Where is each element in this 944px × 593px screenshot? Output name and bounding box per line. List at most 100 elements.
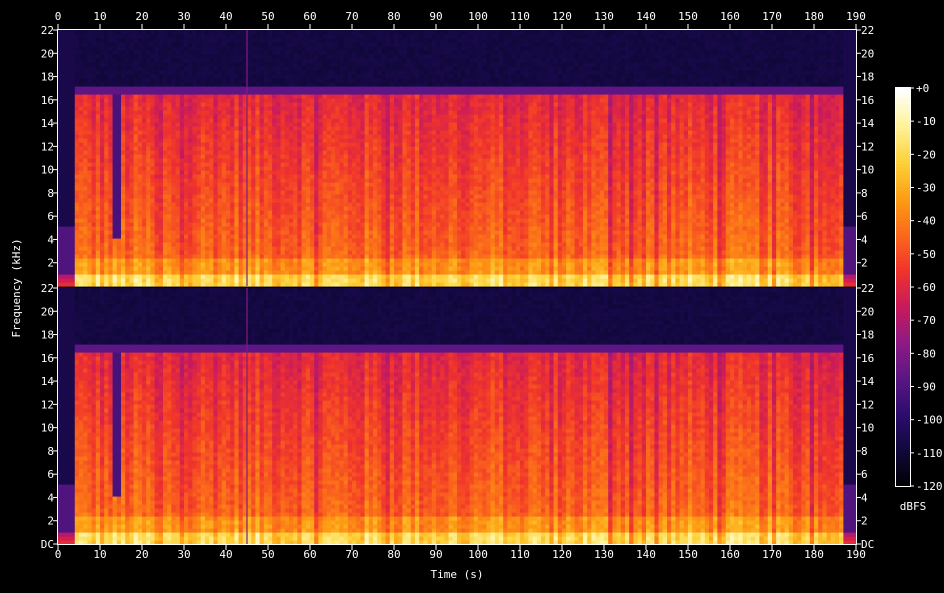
colorbar-tick-label: -70 (916, 314, 936, 327)
y-tick-label-left: 14 (41, 117, 55, 130)
y-tick-label-left: 6 (47, 468, 54, 481)
x-tick-label-top: 130 (594, 10, 614, 23)
x-tick-label-top: 110 (510, 10, 530, 23)
y-tick-label-left: 2 (47, 257, 54, 270)
y-tick-label-left: 20 (41, 305, 54, 318)
y-tick-label-right: 8 (861, 187, 868, 200)
y-tick-label-left: 20 (41, 47, 54, 60)
y-tick-label-right: 10 (861, 422, 874, 435)
x-tick-label-bottom: 150 (678, 548, 698, 561)
y-tick-label-right: 16 (861, 94, 874, 107)
spectrogram-chart: 0 0 10 10 20 20 30 30 40 40 50 50 60 60 70 70 80 80 90 90 10… (0, 0, 944, 593)
y-tick-label-left: 12 (41, 140, 54, 153)
x-tick-label-bottom: 0 (55, 548, 62, 561)
x-tick-label-top: 40 (219, 10, 232, 23)
y-tick-label-right: 10 (861, 164, 874, 177)
x-tick-label-top: 20 (135, 10, 148, 23)
x-tick-label-bottom: 180 (804, 548, 824, 561)
x-tick-label-bottom: 130 (594, 548, 614, 561)
x-tick-label-bottom: 30 (177, 548, 190, 561)
channel-2-panel (58, 288, 857, 545)
y-tick-label-right: 22 (861, 24, 874, 37)
x-tick-label-bottom: 40 (219, 548, 232, 561)
colorbar-tick-label: -80 (916, 347, 936, 360)
colorbar-tick-label: -60 (916, 281, 936, 294)
x-tick-label-top: 0 (55, 10, 62, 23)
x-tick-label-bottom: 20 (135, 548, 148, 561)
y-tick-label-left: 22 (41, 282, 54, 295)
y-tick-label-right: 20 (861, 47, 874, 60)
x-tick-label-bottom: 80 (387, 548, 400, 561)
colorbar-tick-label: -10 (916, 115, 936, 128)
x-tick-label-top: 160 (720, 10, 740, 23)
x-tick-label-top: 60 (303, 10, 316, 23)
x-tick-label-top: 170 (762, 10, 782, 23)
colorbar: +0-10-20-30-40-50-60-70-80-90-100-110-12… (896, 82, 943, 493)
y-tick-label-left: 14 (41, 375, 55, 388)
y-tick-label-right: DC (861, 538, 874, 551)
x-tick-label-bottom: 70 (345, 548, 358, 561)
x-tick-label-bottom: 10 (93, 548, 106, 561)
y-tick-label-right: 18 (861, 329, 874, 342)
x-tick-label-top: 30 (177, 10, 190, 23)
y-tick-label-left: 6 (47, 210, 54, 223)
y-tick-label-left: 18 (41, 329, 54, 342)
y-tick-label-right: 2 (861, 515, 868, 528)
y-tick-label-right: 14 (861, 375, 875, 388)
x-tick-label-top: 90 (429, 10, 442, 23)
colorbar-tick-label: -90 (916, 381, 936, 394)
y-tick-label-right: 6 (861, 210, 868, 223)
colorbar-tick-label: +0 (916, 82, 929, 95)
y-tick-label-right: 20 (861, 305, 874, 318)
x-tick-label-top: 80 (387, 10, 400, 23)
y-tick-label-right: 6 (861, 468, 868, 481)
y-tick-label-right: 14 (861, 117, 875, 130)
y-tick-label-left: 10 (41, 164, 54, 177)
x-tick-label-top: 190 (846, 10, 866, 23)
y-tick-label-right: 22 (861, 282, 874, 295)
y-tick-label-left: 8 (47, 445, 54, 458)
y-tick-label-left: 2 (47, 515, 54, 528)
y-tick-label-right: 18 (861, 71, 874, 84)
y-tick-label-left: 18 (41, 71, 54, 84)
x-tick-label-bottom: 170 (762, 548, 782, 561)
x-tick-label-top: 120 (552, 10, 572, 23)
colorbar-tick-label: -20 (916, 148, 936, 161)
y-tick-label-right: 2 (861, 257, 868, 270)
colorbar-tick-label: -120 (916, 480, 943, 493)
y-tick-label-left: 4 (47, 491, 54, 504)
y-tick-label-left: 12 (41, 398, 54, 411)
y-tick-label-left: 10 (41, 422, 54, 435)
x-tick-label-top: 140 (636, 10, 656, 23)
x-tick-label-bottom: 90 (429, 548, 442, 561)
colorbar-tick-label: -100 (916, 414, 943, 427)
x-tick-label-top: 180 (804, 10, 824, 23)
y-tick-label-left: 4 (47, 233, 54, 246)
x-tick-label-bottom: 120 (552, 548, 572, 561)
x-tick-label-bottom: 60 (303, 548, 316, 561)
y-tick-label-right: 12 (861, 398, 874, 411)
y-tick-label-right: 8 (861, 445, 868, 458)
colorbar-tick-label: -30 (916, 182, 936, 195)
y-tick-label-right: 12 (861, 140, 874, 153)
x-tick-label-top: 70 (345, 10, 358, 23)
y-tick-label-left: DC (41, 538, 54, 551)
x-tick-label-bottom: 140 (636, 548, 656, 561)
channel-1-cells (58, 30, 857, 287)
channel-2-cells (58, 288, 857, 545)
x-tick-label-top: 50 (261, 10, 274, 23)
colorbar-tick-label: -40 (916, 215, 936, 228)
colorbar-tick-label: -50 (916, 248, 936, 261)
y-tick-label-left: 22 (41, 24, 54, 37)
y-tick-label-right: 16 (861, 352, 874, 365)
x-tick-label-top: 10 (93, 10, 106, 23)
y-tick-label-right: 4 (861, 491, 868, 504)
spectrogram-figure: 0 0 10 10 20 20 30 30 40 40 50 50 60 60 70 70 80 80 90 90 10… (0, 0, 944, 593)
y-axis-label: Frequency (kHz) (10, 238, 23, 337)
x-tick-label-bottom: 50 (261, 548, 274, 561)
x-axis-label: Time (s) (431, 568, 484, 581)
x-tick-label-top: 100 (468, 10, 488, 23)
y-tick-label-left: 8 (47, 187, 54, 200)
y-tick-label-right: 4 (861, 233, 868, 246)
x-tick-label-top: 150 (678, 10, 698, 23)
